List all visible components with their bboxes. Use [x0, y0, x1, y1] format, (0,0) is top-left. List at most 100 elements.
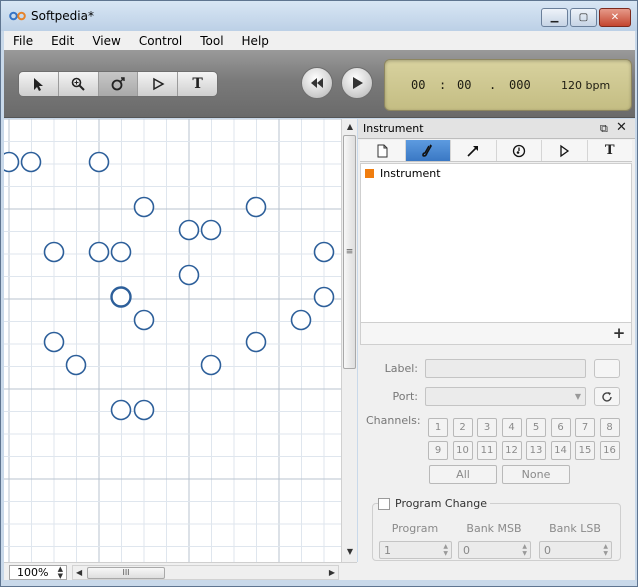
- menu-view[interactable]: View: [83, 34, 129, 48]
- node-canvas[interactable]: [4, 119, 341, 562]
- channel-button-6[interactable]: 6: [550, 418, 571, 437]
- note-node[interactable]: [313, 286, 335, 308]
- bank-lsb-spinbox[interactable]: 0 ▲ ▼: [539, 541, 612, 559]
- program-change-checkbox[interactable]: [378, 497, 390, 510]
- note-node[interactable]: [200, 219, 222, 241]
- note-node[interactable]: [245, 196, 267, 218]
- lcd-separator: :: [439, 78, 447, 92]
- note-node[interactable]: [290, 309, 312, 331]
- menu-file[interactable]: File: [4, 34, 42, 48]
- menu-tool[interactable]: Tool: [191, 34, 232, 48]
- instrument-list[interactable]: Instrument: [360, 163, 632, 323]
- spin-arrows-icon[interactable]: ▲ ▼: [443, 543, 448, 557]
- all-channels-button[interactable]: All: [429, 465, 497, 484]
- note-node[interactable]: [43, 331, 65, 353]
- minimize-button[interactable]: ▁: [541, 8, 568, 27]
- note-node[interactable]: [178, 264, 200, 286]
- note-node[interactable]: [245, 331, 267, 353]
- pointer-tool-button[interactable]: [19, 72, 59, 96]
- spin-arrows-icon[interactable]: ▲ ▼: [58, 566, 63, 580]
- add-instrument-button[interactable]: +: [611, 324, 627, 342]
- play-tool-button[interactable]: [138, 72, 179, 96]
- channel-button-5[interactable]: 5: [526, 418, 546, 437]
- float-panel-icon[interactable]: ⧉: [600, 122, 608, 136]
- close-panel-icon[interactable]: ✕: [616, 120, 627, 135]
- channel-button-9[interactable]: 9: [428, 441, 448, 460]
- spin-arrows-icon[interactable]: ▲ ▼: [522, 543, 527, 557]
- menu-help[interactable]: Help: [233, 34, 278, 48]
- vertical-scroll-thumb[interactable]: ≡: [343, 135, 356, 369]
- port-select[interactable]: ▼: [425, 387, 586, 406]
- tab-play[interactable]: [542, 140, 588, 161]
- note-node[interactable]: [88, 241, 110, 263]
- tab-connect[interactable]: [451, 140, 497, 161]
- channel-button-2[interactable]: 2: [452, 418, 473, 437]
- play-button[interactable]: [341, 67, 373, 99]
- note-node[interactable]: [133, 399, 155, 421]
- note-node[interactable]: [110, 399, 132, 421]
- refresh-icon: [602, 391, 612, 402]
- channel-button-8[interactable]: 8: [599, 418, 620, 437]
- channel-button-12[interactable]: 12: [501, 441, 522, 460]
- list-footer: +: [360, 323, 632, 345]
- rewind-button[interactable]: [301, 67, 333, 99]
- saxophone-icon: [421, 143, 432, 157]
- text-tool-button[interactable]: T: [178, 72, 217, 96]
- bank-msb-spinbox[interactable]: 0 ▲ ▼: [458, 541, 531, 559]
- scroll-down-icon[interactable]: ▼: [343, 547, 357, 556]
- menu-edit[interactable]: Edit: [42, 34, 83, 48]
- lcd-tempo[interactable]: 120 bpm: [561, 79, 610, 92]
- note-node[interactable]: [313, 241, 335, 263]
- channel-button-16[interactable]: 16: [599, 441, 620, 460]
- channel-button-4[interactable]: 4: [501, 418, 522, 437]
- note-node[interactable]: [88, 151, 110, 173]
- spin-arrows-icon[interactable]: ▲ ▼: [603, 543, 608, 557]
- channel-button-15[interactable]: 15: [575, 441, 595, 460]
- note-node[interactable]: [65, 354, 87, 376]
- note-node[interactable]: [133, 196, 155, 218]
- note-node[interactable]: [43, 241, 65, 263]
- tab-instrument[interactable]: [405, 140, 451, 161]
- program-change-toggle[interactable]: Program Change: [378, 497, 491, 510]
- note-node[interactable]: [110, 241, 132, 263]
- label-color-button[interactable]: [594, 359, 620, 378]
- channel-button-3[interactable]: 3: [477, 418, 497, 437]
- title-bar[interactable]: Softpedia* ▁ ▢ ✕: [1, 1, 637, 31]
- tab-clock[interactable]: [497, 140, 542, 161]
- scroll-right-icon[interactable]: ▶: [329, 568, 335, 577]
- panel-title: Instrument: [363, 122, 424, 135]
- no-channels-button[interactable]: None: [502, 465, 570, 484]
- maximize-button[interactable]: ▢: [570, 8, 597, 27]
- list-item[interactable]: Instrument: [365, 167, 441, 180]
- channel-button-14[interactable]: 14: [550, 441, 571, 460]
- channel-button-13[interactable]: 13: [526, 441, 546, 460]
- channel-button-10[interactable]: 10: [452, 441, 473, 460]
- note-node[interactable]: [4, 151, 20, 173]
- channel-button-1[interactable]: 1: [428, 418, 448, 437]
- note-node[interactable]: [110, 286, 132, 308]
- note-node[interactable]: [178, 219, 200, 241]
- zoom-spinbox[interactable]: 100% ▲ ▼: [9, 565, 67, 580]
- refresh-port-button[interactable]: [594, 387, 620, 406]
- tool-group: T: [18, 71, 218, 97]
- note-node[interactable]: [20, 151, 42, 173]
- note-node[interactable]: [200, 354, 222, 376]
- channels-grid: 1 2 3 4 5 6 7 8 9 10 11 12 13 14 15 16: [428, 418, 623, 460]
- node-tool-button[interactable]: [98, 72, 139, 96]
- horizontal-scrollbar[interactable]: ◀ III ▶: [72, 565, 339, 580]
- menu-control[interactable]: Control: [130, 34, 191, 48]
- vertical-scrollbar[interactable]: ▲ ≡ ▼: [341, 119, 357, 562]
- zoom-tool-button[interactable]: [59, 72, 99, 96]
- canvas-grid[interactable]: [4, 119, 341, 562]
- note-node[interactable]: [133, 309, 155, 331]
- channel-button-7[interactable]: 7: [575, 418, 595, 437]
- program-spinbox[interactable]: 1 ▲ ▼: [379, 541, 452, 559]
- label-input[interactable]: [425, 359, 586, 378]
- scroll-up-icon[interactable]: ▲: [343, 122, 357, 131]
- tab-text[interactable]: T: [588, 140, 633, 161]
- channel-button-11[interactable]: 11: [477, 441, 497, 460]
- tab-document[interactable]: [360, 140, 406, 161]
- scroll-left-icon[interactable]: ◀: [76, 568, 82, 577]
- close-window-button[interactable]: ✕: [599, 8, 631, 27]
- horizontal-scroll-thumb[interactable]: III: [87, 567, 165, 579]
